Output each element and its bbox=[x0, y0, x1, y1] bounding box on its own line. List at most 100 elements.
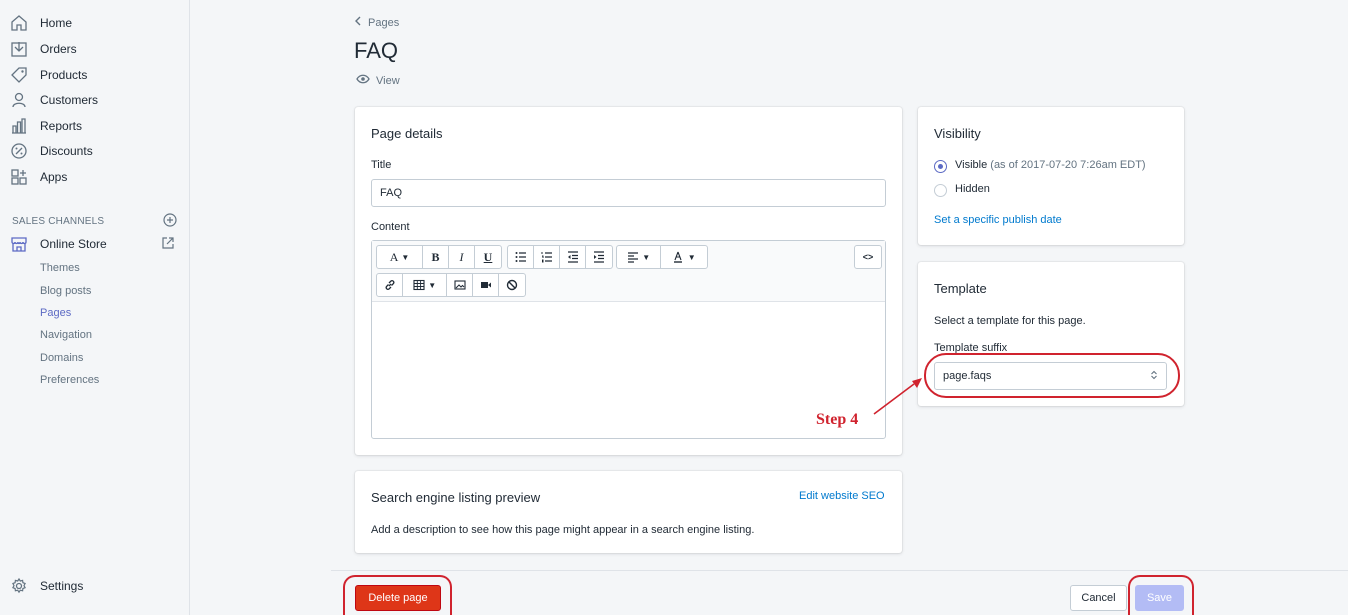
text-color-icon bbox=[674, 251, 683, 263]
breadcrumb-label: Pages bbox=[368, 16, 400, 29]
sidebar-subitem-navigation[interactable]: Navigation bbox=[40, 329, 92, 341]
sidebar-item-label: Products bbox=[40, 68, 88, 82]
user-icon bbox=[10, 91, 28, 109]
text-color-dropdown[interactable]: ▼ bbox=[661, 246, 707, 268]
cancel-button[interactable]: Cancel bbox=[1070, 585, 1127, 611]
video-icon bbox=[480, 282, 491, 288]
sidebar-item-orders[interactable]: Orders bbox=[10, 39, 77, 59]
title-input-value: FAQ bbox=[380, 187, 403, 199]
html-toggle-button[interactable]: <> bbox=[855, 246, 881, 268]
external-link-icon[interactable] bbox=[161, 236, 175, 253]
seo-heading: Search engine listing preview bbox=[371, 490, 541, 505]
sidebar-item-reports[interactable]: Reports bbox=[10, 116, 82, 136]
template-description: Select a template for this page. bbox=[934, 315, 1086, 327]
title-label: Title bbox=[371, 159, 392, 171]
sidebar-item-label: Customers bbox=[40, 93, 99, 107]
apps-icon bbox=[10, 168, 28, 186]
editor-toolbar: A ▼ B I U ▼ ▼ <> ▼ bbox=[372, 241, 885, 302]
page-title: FAQ bbox=[354, 38, 399, 63]
hidden-label[interactable]: Hidden bbox=[955, 183, 990, 195]
list-group bbox=[507, 245, 613, 269]
indent-button[interactable] bbox=[586, 246, 612, 268]
delete-highlight-ring bbox=[343, 575, 452, 615]
underline-button[interactable]: U bbox=[475, 246, 501, 268]
table-dropdown[interactable]: ▼ bbox=[403, 274, 447, 296]
clear-formatting-button[interactable] bbox=[499, 274, 525, 296]
tag-icon bbox=[10, 66, 28, 84]
visibility-heading: Visibility bbox=[934, 126, 981, 141]
add-channel-icon[interactable] bbox=[163, 213, 177, 230]
bulleted-list-icon bbox=[515, 252, 526, 262]
numbered-list-icon bbox=[541, 252, 552, 263]
sidebar-subitem-domains[interactable]: Domains bbox=[40, 352, 83, 364]
bold-button[interactable]: B bbox=[423, 246, 449, 268]
sidebar-subitem-themes[interactable]: Themes bbox=[40, 262, 80, 274]
seo-description: Add a description to see how this page m… bbox=[371, 524, 755, 536]
numbered-list-button[interactable] bbox=[534, 246, 560, 268]
sidebar-item-label: Settings bbox=[40, 579, 84, 593]
align-group: ▼ ▼ bbox=[616, 245, 708, 269]
store-icon bbox=[10, 235, 28, 253]
bar-chart-icon bbox=[10, 117, 28, 135]
visible-label: Visible bbox=[955, 159, 988, 171]
font-group: A ▼ B I U bbox=[376, 245, 502, 269]
sidebar-item-label: Reports bbox=[40, 119, 83, 133]
home-icon bbox=[10, 14, 28, 32]
indent-icon bbox=[594, 251, 604, 263]
sidebar-subitem-blog-posts[interactable]: Blog posts bbox=[40, 285, 91, 297]
seo-card bbox=[355, 471, 902, 553]
footer-divider bbox=[331, 570, 1348, 571]
hidden-radio[interactable] bbox=[934, 184, 947, 197]
edit-website-seo-link[interactable]: Edit website SEO bbox=[799, 490, 885, 502]
sidebar-item-label: Orders bbox=[40, 42, 77, 56]
sidebar-item-products[interactable]: Products bbox=[10, 65, 87, 85]
visible-radio[interactable] bbox=[934, 160, 947, 173]
chevron-left-icon bbox=[354, 16, 362, 29]
sidebar-subitem-pages[interactable]: Pages bbox=[40, 307, 71, 319]
save-highlight-ring bbox=[1128, 575, 1194, 615]
video-button[interactable] bbox=[473, 274, 499, 296]
gear-icon bbox=[10, 577, 28, 595]
font-style-dropdown[interactable]: A ▼ bbox=[377, 246, 423, 268]
align-dropdown[interactable]: ▼ bbox=[617, 246, 661, 268]
sidebar-item-customers[interactable]: Customers bbox=[10, 90, 98, 110]
step-arrow bbox=[873, 378, 922, 415]
image-button[interactable] bbox=[447, 274, 473, 296]
sidebar-item-settings[interactable]: Settings bbox=[10, 576, 83, 596]
outdent-button[interactable] bbox=[560, 246, 586, 268]
sidebar-item-apps[interactable]: Apps bbox=[10, 167, 67, 187]
sidebar-item-label: Discounts bbox=[40, 144, 93, 158]
breadcrumb[interactable]: Pages bbox=[354, 16, 399, 29]
orders-icon bbox=[10, 40, 28, 58]
html-toggle-group: <> bbox=[854, 245, 882, 269]
sidebar-subitem-preferences[interactable]: Preferences bbox=[40, 374, 99, 386]
template-heading: Template bbox=[934, 281, 987, 296]
sidebar-item-discounts[interactable]: Discounts bbox=[10, 141, 93, 161]
bulleted-list-button[interactable] bbox=[508, 246, 534, 268]
view-link[interactable]: View bbox=[356, 74, 400, 87]
page-details-heading: Page details bbox=[371, 126, 443, 141]
table-icon bbox=[413, 279, 425, 291]
content-label: Content bbox=[371, 221, 410, 233]
discount-icon bbox=[10, 142, 28, 160]
image-icon bbox=[453, 280, 466, 290]
sidebar-item-home[interactable]: Home bbox=[10, 13, 72, 33]
sidebar: Home Orders Products Customers Reports D… bbox=[0, 0, 190, 615]
sidebar-item-label: Online Store bbox=[40, 237, 107, 251]
link-button[interactable] bbox=[377, 274, 403, 296]
link-icon bbox=[385, 280, 394, 290]
align-left-icon bbox=[627, 252, 638, 263]
sidebar-item-online-store[interactable]: Online Store bbox=[10, 234, 175, 254]
outdent-icon bbox=[567, 251, 578, 263]
sidebar-item-label: Apps bbox=[40, 170, 68, 184]
sales-channels-heading: SALES CHANNELS bbox=[12, 216, 105, 227]
italic-button[interactable]: I bbox=[449, 246, 475, 268]
eye-icon bbox=[356, 74, 370, 87]
rich-text-editor[interactable]: A ▼ B I U ▼ ▼ <> ▼ bbox=[371, 240, 886, 439]
visible-option[interactable]: Visible (as of 2017-07-20 7:26am EDT) bbox=[955, 159, 1146, 171]
sidebar-item-label: Home bbox=[40, 16, 73, 30]
visible-note: (as of 2017-07-20 7:26am EDT) bbox=[990, 159, 1146, 171]
publish-date-link[interactable]: Set a specific publish date bbox=[934, 214, 1062, 226]
font-style-label: A bbox=[389, 249, 399, 264]
title-input[interactable]: FAQ bbox=[371, 179, 886, 207]
